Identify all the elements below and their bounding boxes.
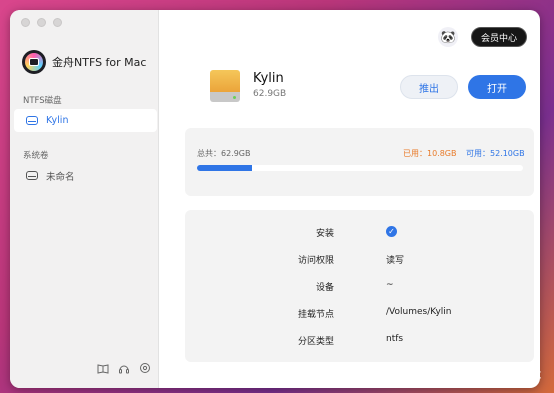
check-icon: ✓ bbox=[386, 226, 397, 237]
usage-progress-bar bbox=[197, 165, 523, 171]
vip-center-button[interactable]: 会员中心 bbox=[471, 27, 527, 47]
app-name: 金舟NTFS for Mac bbox=[52, 56, 147, 69]
external-drive-icon bbox=[210, 70, 240, 102]
info-key: 访问权限 bbox=[297, 256, 334, 266]
sidebar-item-label: 未命名 bbox=[46, 171, 75, 183]
info-value: /Volumes/Kylin bbox=[386, 307, 452, 317]
info-key: 安装 bbox=[315, 229, 334, 239]
app-brand: 金舟NTFS for Mac bbox=[22, 50, 146, 74]
system-section-title: 系统卷 bbox=[23, 151, 49, 161]
info-key: 设备 bbox=[315, 283, 334, 293]
used-capacity: 已用：10.8GB bbox=[403, 149, 457, 158]
disk-size: 62.9GB bbox=[253, 89, 287, 99]
sidebar-item-label: Kylin bbox=[46, 115, 69, 126]
sidebar-footer bbox=[97, 362, 151, 374]
disk-info-card: 安装 ✓ 访问权限 读写 设备 ~ 挂载节点 /Volumes/Kylin 分区… bbox=[185, 210, 534, 362]
app-window: 金舟NTFS for Mac NTFS磁盘 Kylin 系统卷 未命名 🐼 会员… bbox=[10, 10, 540, 388]
sidebar: 金舟NTFS for Mac NTFS磁盘 Kylin 系统卷 未命名 bbox=[10, 10, 159, 388]
app-logo-icon bbox=[22, 50, 46, 74]
info-row-partition: 分区类型 ntfs bbox=[185, 334, 534, 348]
settings-icon[interactable] bbox=[139, 362, 151, 374]
main-panel: 🐼 会员中心 Kylin 62.9GB 推出 打开 总共：62.9GB 已用：1… bbox=[160, 10, 540, 388]
zoom-window-button[interactable] bbox=[53, 18, 62, 27]
panda-avatar-icon[interactable]: 🐼 bbox=[438, 27, 458, 47]
info-value: 读写 bbox=[386, 256, 405, 266]
usage-card: 总共：62.9GB 已用：10.8GB 可用：52.10GB bbox=[185, 128, 534, 196]
disk-icon bbox=[26, 116, 38, 125]
disk-name: Kylin bbox=[253, 71, 284, 86]
open-button[interactable]: 打开 bbox=[468, 75, 526, 99]
info-row-install: 安装 ✓ bbox=[185, 226, 534, 240]
info-key: 挂载节点 bbox=[297, 310, 334, 320]
sidebar-item-unnamed[interactable]: 未命名 bbox=[14, 164, 157, 187]
window-controls bbox=[21, 18, 62, 27]
info-row-mount: 挂载节点 /Volumes/Kylin bbox=[185, 307, 534, 321]
sidebar-item-kylin[interactable]: Kylin bbox=[14, 109, 157, 132]
info-key: 分区类型 bbox=[297, 337, 334, 347]
total-capacity: 总共：62.9GB bbox=[197, 149, 251, 158]
free-capacity: 可用：52.10GB bbox=[466, 149, 525, 158]
book-icon[interactable] bbox=[97, 362, 109, 374]
usage-progress-fill bbox=[197, 165, 253, 171]
eject-button[interactable]: 推出 bbox=[400, 75, 458, 99]
info-row-access: 访问权限 读写 bbox=[185, 253, 534, 267]
watermark: 知乎 @互联网小虾米 bbox=[397, 364, 542, 382]
disk-icon bbox=[26, 171, 38, 180]
minimize-window-button[interactable] bbox=[37, 18, 46, 27]
info-value: ntfs bbox=[386, 334, 404, 344]
headset-icon[interactable] bbox=[118, 362, 130, 374]
ntfs-section-title: NTFS磁盘 bbox=[23, 96, 62, 106]
info-value: ~ bbox=[386, 280, 394, 290]
close-window-button[interactable] bbox=[21, 18, 30, 27]
info-row-device: 设备 ~ bbox=[185, 280, 534, 294]
